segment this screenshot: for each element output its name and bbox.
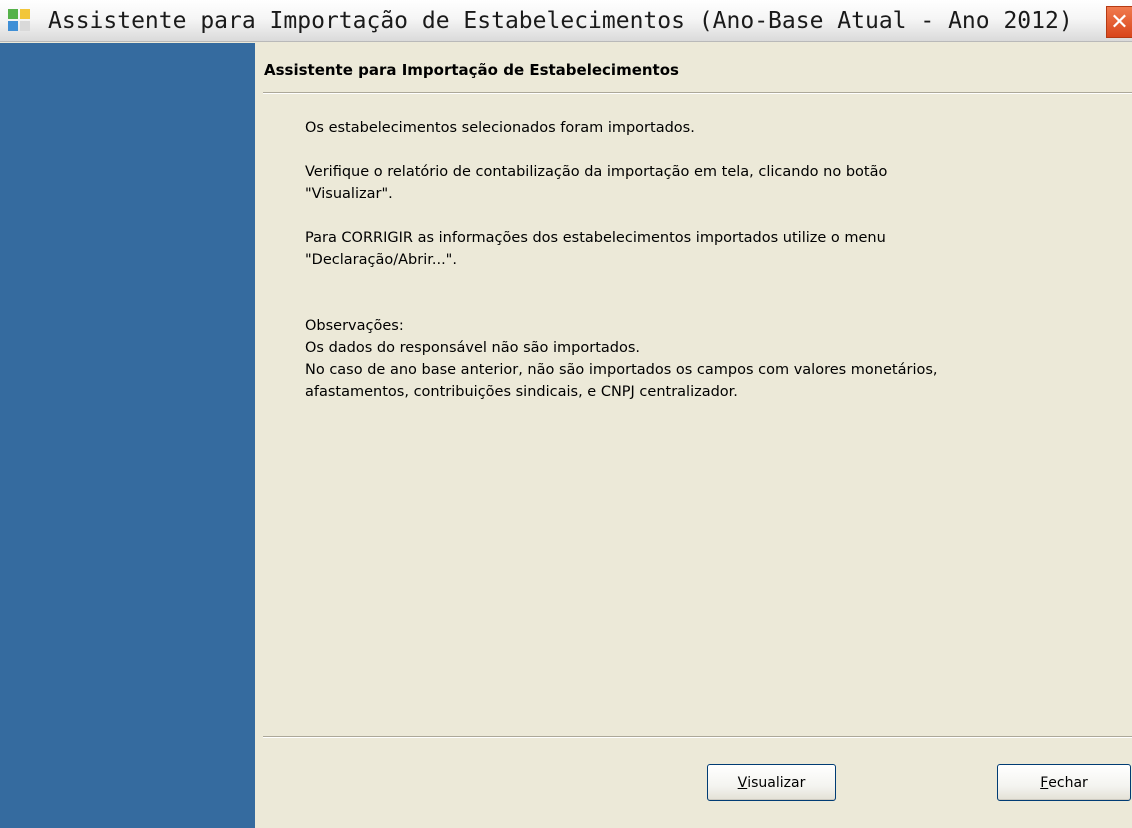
close-icon[interactable]: ✕ xyxy=(1106,6,1132,38)
message-verify-line2: "Visualizar". xyxy=(305,186,393,202)
visualizar-mnemonic: V xyxy=(737,774,748,791)
fechar-button[interactable]: Fechar xyxy=(997,764,1131,801)
message-imported: Os estabelecimentos selecionados foram i… xyxy=(305,120,695,136)
message-verify-line1: Verifique o relatório de contabilização … xyxy=(305,164,888,180)
import-wizard-window: Assistente para Importação de Estabeleci… xyxy=(0,0,1132,828)
wizard-header: Assistente para Importação de Estabeleci… xyxy=(264,61,679,79)
message-correct-line1: Para CORRIGIR as informações dos estabel… xyxy=(305,230,886,246)
wizard-message: Os estabelecimentos selecionados foram i… xyxy=(305,117,1115,403)
observations-title: Observações: xyxy=(305,318,404,334)
title-bar[interactable]: Assistente para Importação de Estabeleci… xyxy=(0,0,1132,42)
message-correct-line2: "Declaração/Abrir...". xyxy=(305,252,457,268)
observation-prior-year-line1: No caso de ano base anterior, não são im… xyxy=(305,362,938,378)
header-divider xyxy=(263,92,1132,94)
app-icon xyxy=(8,9,32,33)
fechar-mnemonic: F xyxy=(1040,774,1049,791)
footer-divider xyxy=(263,736,1132,738)
visualizar-button[interactable]: Visualizar xyxy=(707,764,836,801)
wizard-side-panel xyxy=(0,43,255,828)
visualizar-label: isualizar xyxy=(747,774,806,791)
observation-responsible: Os dados do responsável não são importad… xyxy=(305,340,641,356)
wizard-content: Assistente para Importação de Estabeleci… xyxy=(255,43,1132,828)
observation-prior-year-line2: afastamentos, contribuições sindicais, e… xyxy=(305,384,738,400)
fechar-label: echar xyxy=(1048,774,1088,791)
window-title: Assistente para Importação de Estabeleci… xyxy=(48,8,1073,34)
